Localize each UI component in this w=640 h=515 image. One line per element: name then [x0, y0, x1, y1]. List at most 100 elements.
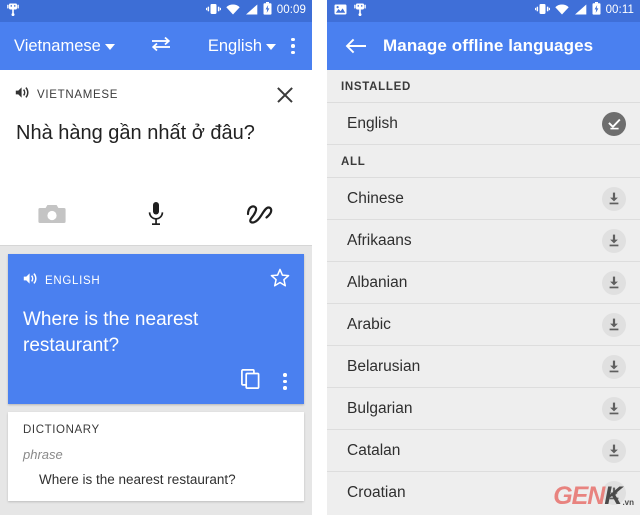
android-robot-icon — [354, 2, 366, 21]
dot — [291, 37, 295, 42]
close-icon[interactable] — [274, 84, 296, 106]
android-robot-icon — [7, 2, 19, 21]
dot — [291, 50, 295, 55]
left-status-bar: 00:09 — [0, 0, 312, 22]
table-row[interactable]: Bulgarian — [327, 388, 640, 430]
back-arrow-icon[interactable] — [339, 37, 373, 55]
download-icon[interactable] — [602, 481, 626, 505]
right-status-bar: 00:11 — [327, 0, 640, 22]
dictionary-card: DICTIONARY phrase Where is the nearest r… — [8, 412, 304, 501]
download-icon[interactable] — [602, 270, 626, 295]
dot — [283, 373, 287, 377]
section-header-all: ALL — [327, 145, 640, 178]
source-language-badge: VIETNAMESE — [37, 89, 119, 101]
source-text-card: VIETNAMESE Nhà hàng gần nhất ở đâu? — [0, 70, 312, 246]
wifi-icon — [226, 2, 240, 20]
download-icon[interactable] — [602, 312, 626, 337]
screenshot-icon — [334, 2, 347, 20]
right-status-bar-left-icons — [334, 2, 366, 21]
dictionary-entry: Where is the nearest restaurant? — [39, 472, 236, 487]
vibrate-icon — [205, 2, 221, 20]
translate-app-bar: Vietnamese English — [0, 22, 312, 70]
translation-card-actions — [241, 369, 294, 394]
battery-charging-icon — [263, 2, 272, 20]
language-name: Catalan — [347, 441, 401, 459]
dot — [291, 44, 295, 48]
check-circle-icon[interactable] — [602, 111, 626, 136]
table-row[interactable]: Belarusian — [327, 346, 640, 388]
star-outline-icon[interactable] — [270, 268, 290, 293]
handwriting-input-button[interactable] — [208, 195, 312, 237]
translation-card: ENGLISH Where is the nearest restaurant? — [8, 254, 304, 404]
table-row[interactable]: Afrikaans — [327, 220, 640, 262]
swap-languages-container — [115, 35, 208, 58]
page-title: Manage offline languages — [383, 36, 594, 55]
input-mode-bar — [0, 195, 312, 237]
signal-icon — [574, 2, 587, 20]
overflow-menu-icon[interactable] — [276, 373, 294, 390]
language-name: Croatian — [347, 484, 406, 501]
language-name: Belarusian — [347, 357, 421, 375]
offline-languages-list: INSTALLED English ALL Chinese Afrikaans … — [327, 70, 640, 514]
handwriting-icon — [245, 202, 275, 231]
camera-input-button[interactable] — [0, 195, 104, 237]
right-status-bar-right-icons: 00:11 — [534, 2, 634, 20]
dictionary-part-of-speech: phrase — [23, 447, 63, 462]
dictionary-card-wrapper: DICTIONARY phrase Where is the nearest r… — [0, 404, 312, 515]
download-icon[interactable] — [602, 354, 626, 379]
table-row[interactable]: Catalan — [327, 430, 640, 472]
target-language-selector[interactable]: English — [208, 37, 276, 56]
section-header-installed: INSTALLED — [327, 70, 640, 103]
translated-text: Where is the nearest restaurant? — [23, 309, 199, 356]
language-name: Albanian — [347, 273, 408, 291]
language-name: Arabic — [347, 315, 391, 333]
table-row[interactable]: English — [327, 103, 640, 145]
download-icon[interactable] — [602, 396, 626, 421]
source-card-header: VIETNAMESE — [0, 70, 312, 106]
wifi-icon — [554, 2, 569, 20]
language-name: English — [347, 114, 398, 132]
source-language-label: Vietnamese — [14, 36, 101, 55]
language-name: Chinese — [347, 189, 404, 207]
target-language-badge: ENGLISH — [45, 274, 101, 287]
left-phone-screen: 00:09 Vietnamese English VIETNAMESE Nhà … — [0, 0, 312, 515]
signal-icon — [245, 2, 258, 20]
copy-icon[interactable] — [241, 369, 260, 394]
dot — [283, 379, 287, 384]
left-status-bar-left-icons — [7, 2, 19, 21]
language-name: Afrikaans — [347, 231, 412, 249]
offline-languages-app-bar: Manage offline languages — [327, 22, 640, 70]
overflow-menu-icon[interactable] — [276, 37, 306, 55]
screen-divider — [312, 0, 327, 515]
status-bar-clock: 00:11 — [605, 3, 634, 16]
microphone-icon — [147, 201, 165, 232]
download-icon[interactable] — [602, 228, 626, 253]
language-name: Bulgarian — [347, 399, 413, 417]
dot — [283, 386, 287, 390]
download-icon[interactable] — [602, 186, 626, 211]
swap-horizontal-icon[interactable] — [149, 35, 173, 58]
target-language-label: English — [207, 36, 262, 55]
status-bar-clock: 00:09 — [276, 3, 306, 16]
table-row[interactable]: Croatian — [327, 472, 640, 514]
download-icon[interactable] — [602, 438, 626, 463]
voice-input-button[interactable] — [104, 195, 208, 237]
chevron-down-icon — [104, 44, 115, 50]
vibrate-icon — [534, 2, 550, 20]
dual-screenshot-container: 00:09 Vietnamese English VIETNAMESE Nhà … — [0, 0, 640, 515]
dictionary-title: DICTIONARY — [23, 424, 100, 436]
battery-charging-icon — [592, 2, 601, 20]
speaker-icon[interactable] — [15, 86, 30, 104]
source-language-selector[interactable]: Vietnamese — [14, 37, 115, 56]
left-status-bar-right-icons: 00:09 — [205, 2, 306, 20]
right-phone-screen: 00:11 Manage offline languages INSTALLED… — [327, 0, 640, 515]
speaker-icon[interactable] — [23, 272, 38, 290]
camera-icon — [38, 203, 66, 230]
translation-card-wrapper: ENGLISH Where is the nearest restaurant? — [0, 246, 312, 404]
table-row[interactable]: Arabic — [327, 304, 640, 346]
table-row[interactable]: Chinese — [327, 178, 640, 220]
translation-card-header: ENGLISH — [23, 268, 290, 293]
table-row[interactable]: Albanian — [327, 262, 640, 304]
source-text[interactable]: Nhà hàng gần nhất ở đâu? — [0, 106, 312, 146]
chevron-down-icon — [266, 44, 276, 50]
